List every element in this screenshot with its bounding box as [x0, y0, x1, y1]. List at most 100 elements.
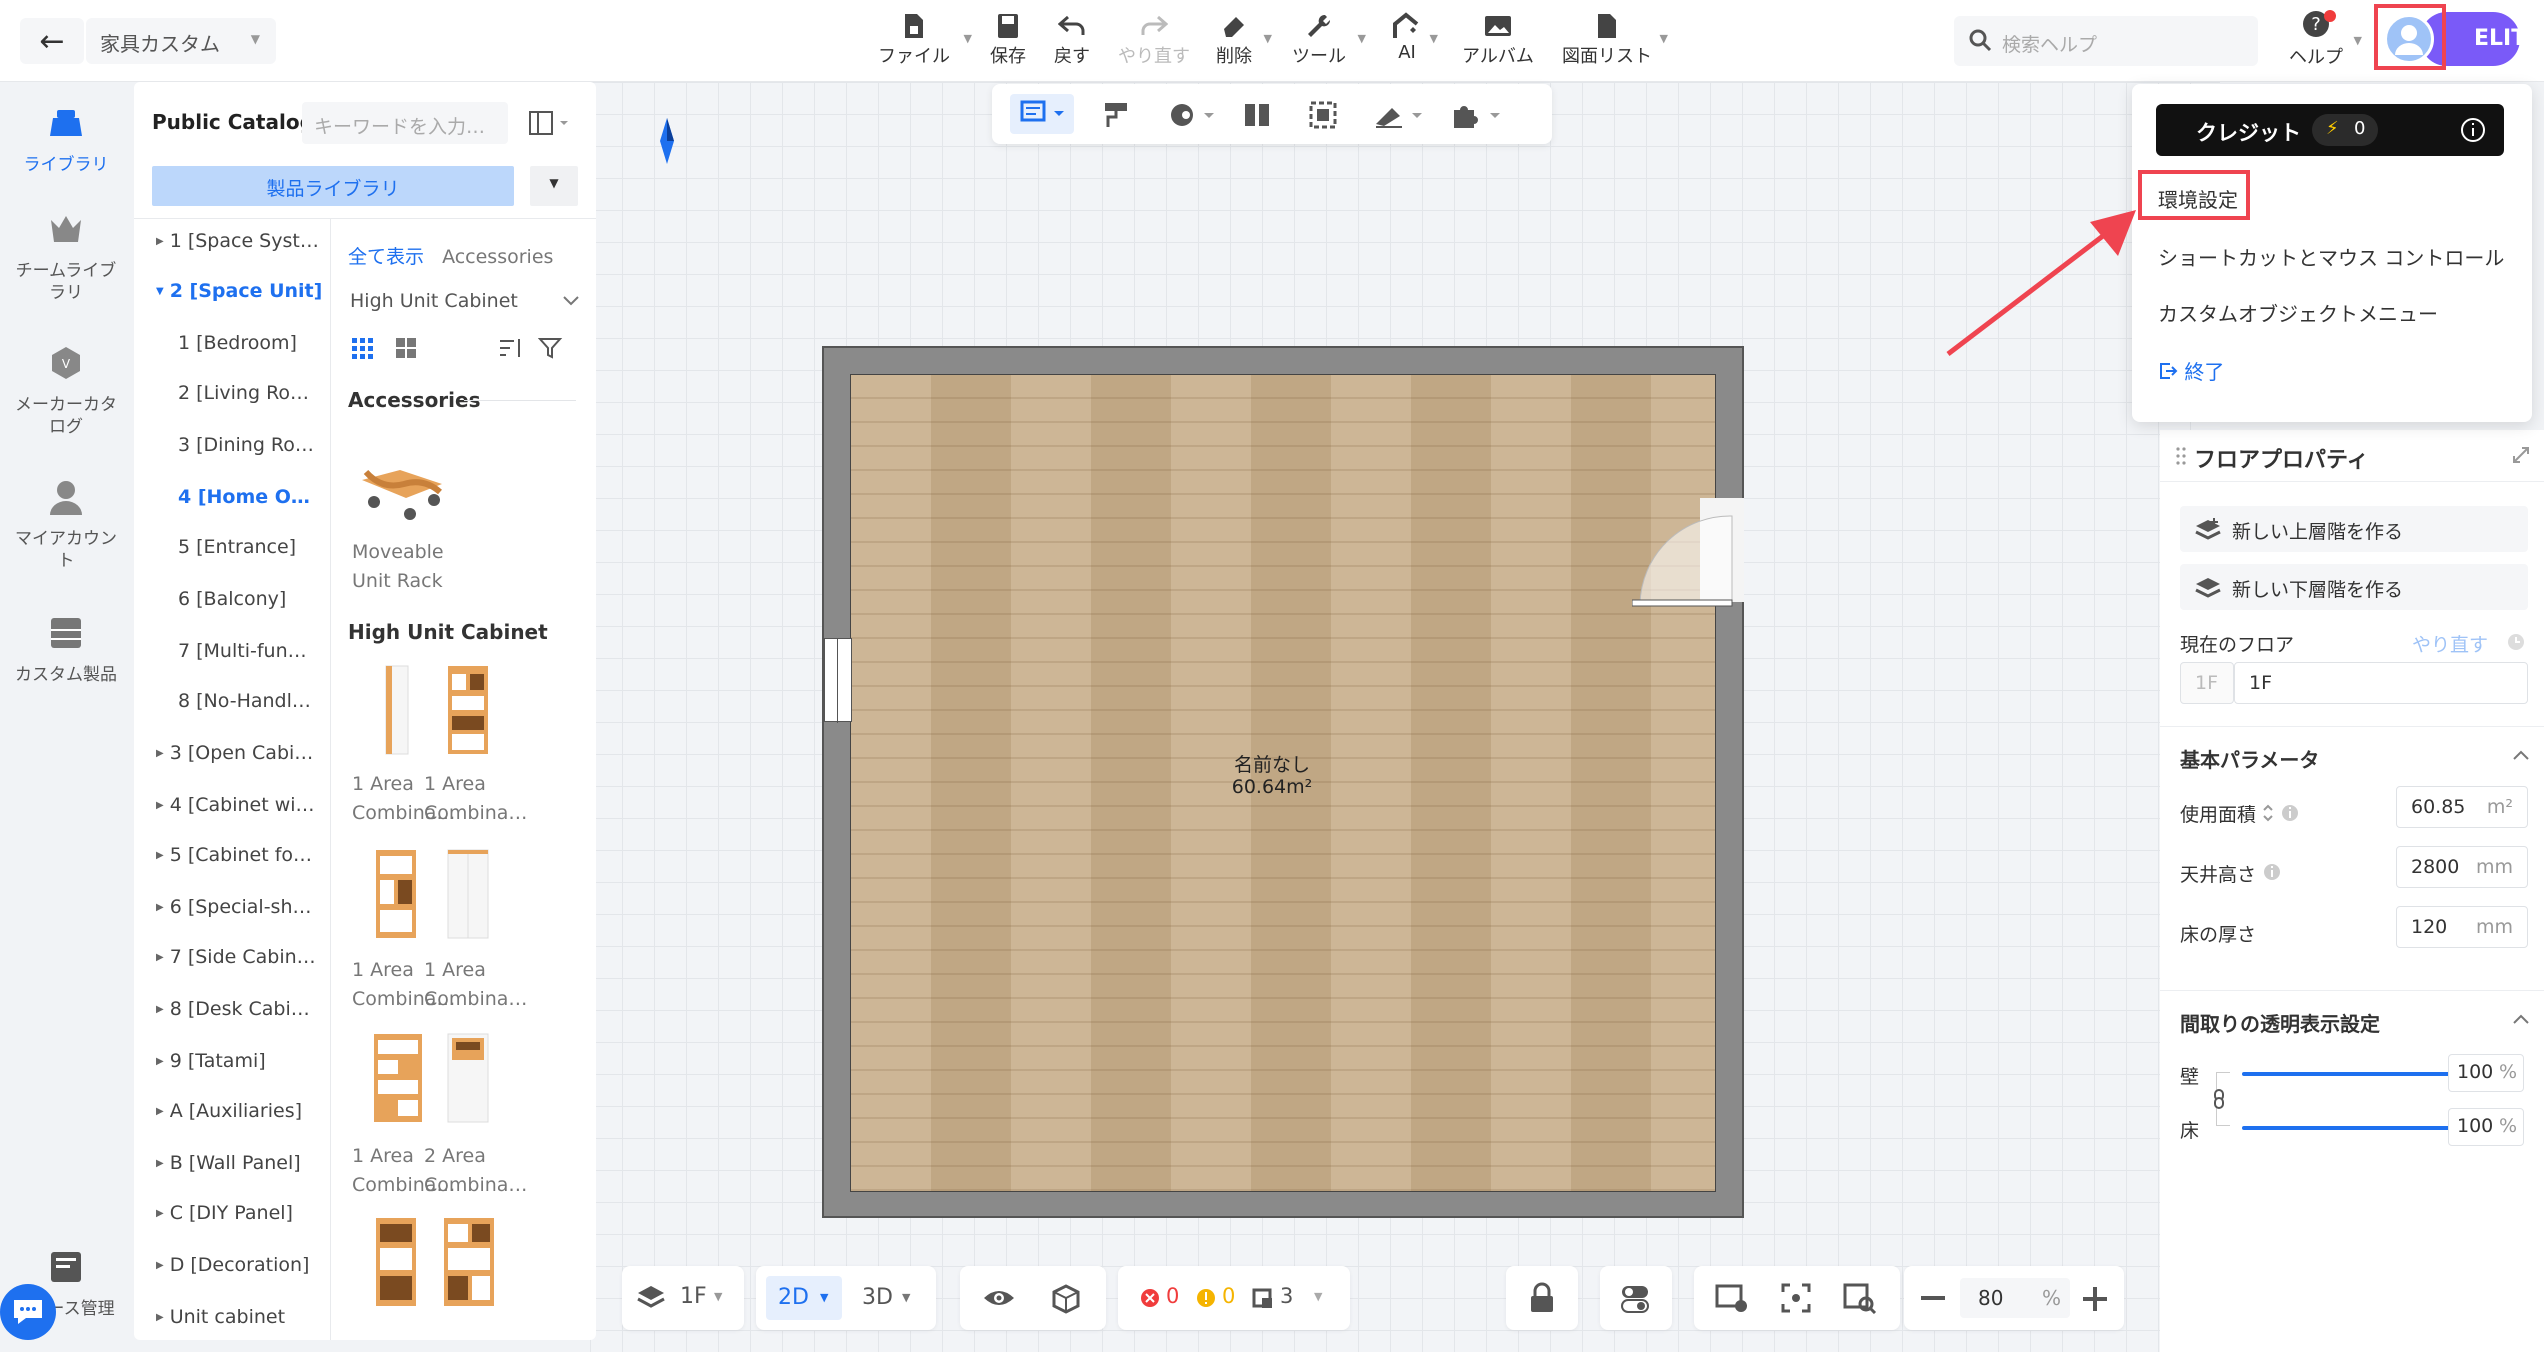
delete-button[interactable]: 削除 ▼ [1216, 10, 1272, 72]
room[interactable]: 名前なし 60.64m² [822, 346, 1744, 1218]
floor-name-input[interactable]: 1F [2234, 662, 2528, 704]
new-upper-floor-button[interactable]: 新しい上層階を作る [2180, 506, 2528, 552]
rail-team-library[interactable]: チームライブラリ [0, 210, 132, 304]
tree-item[interactable]: ▶ C [DIY Panel] [156, 1202, 293, 1224]
rail-custom-product[interactable]: カスタム製品 [0, 614, 132, 686]
split-icon[interactable] [1242, 100, 1272, 130]
drag-handle-icon[interactable] [2176, 446, 2186, 468]
redo-link[interactable]: やり直す [2412, 630, 2488, 657]
drawing-list-button[interactable]: 図面リスト ▼ [1562, 10, 1668, 72]
library-dropdown-button[interactable]: ▼ [530, 166, 578, 206]
tree-item[interactable]: ▶ Unit cabinet [156, 1306, 285, 1328]
floor-thickness-input[interactable]: 120 mm [2396, 906, 2528, 948]
status-group[interactable]: 0 0 3 ▼ [1118, 1266, 1350, 1330]
tree-item[interactable]: ▶ 5 [Cabinet fo… [156, 844, 312, 866]
info-icon[interactable] [2460, 117, 2486, 143]
floor-selector[interactable]: 1F ▼ [622, 1266, 744, 1330]
caret-right-icon: ▶ [156, 850, 164, 861]
tree-item[interactable]: 3 [Dining Ro… [178, 434, 314, 456]
help-button[interactable]: ? ヘルプ ▼ [2286, 10, 2362, 74]
new-lower-floor-button[interactable]: 新しい下層階を作る [2180, 564, 2528, 610]
tree-item[interactable]: 1 [Bedroom] [178, 332, 297, 354]
zoom-area-icon[interactable] [1842, 1282, 1878, 1314]
link-icon[interactable] [2210, 1088, 2230, 1110]
rail-account[interactable]: マイアカウント [0, 478, 132, 572]
cabinet-thumbnail[interactable] [424, 844, 524, 944]
mode-2d-button[interactable]: 2D ▼ [766, 1276, 842, 1320]
tree-item[interactable]: ▶ 8 [Desk Cabi… [156, 998, 310, 1020]
sort-icon[interactable] [498, 336, 524, 360]
cabinet-thumbnail[interactable] [424, 1212, 524, 1312]
menu-item-custom-object[interactable]: カスタムオブジェクトメニュー [2158, 298, 2438, 327]
moveable-rack-thumbnail[interactable] [350, 432, 450, 532]
material-icon[interactable] [1168, 100, 1216, 130]
product-library-tab[interactable]: 製品ライブラリ [152, 166, 514, 206]
credit-bar[interactable]: クレジット ⚡ 0 [2156, 104, 2504, 156]
tree-item[interactable]: 7 [Multi-fun… [178, 640, 307, 662]
tree-item[interactable]: 6 [Balcony] [178, 588, 286, 610]
tree-item[interactable]: 2 [Living Ro… [178, 382, 309, 404]
switch-icon[interactable] [1620, 1284, 1652, 1314]
tree-item[interactable]: 5 [Entrance] [178, 536, 296, 558]
tree-item[interactable]: ▶ D [Decoration] [156, 1254, 309, 1276]
ai-button[interactable]: AI ▼ [1390, 10, 1438, 72]
chevron-up-icon[interactable] [2512, 748, 2530, 762]
wall-opacity-input[interactable]: 100 % [2448, 1054, 2524, 1092]
undo-button[interactable]: 戻す [1054, 10, 1090, 72]
zoom-out-icon[interactable] [1920, 1290, 1946, 1306]
grid-small-icon[interactable] [350, 336, 374, 360]
help-search-input[interactable]: 検索ヘルプ [1954, 16, 2258, 66]
grid-large-icon[interactable] [394, 336, 418, 360]
cabinet-thumbnail[interactable] [424, 660, 524, 760]
menu-item-exit[interactable]: 終了 [2158, 356, 2224, 385]
filter-select[interactable]: High Unit Cabinet [350, 290, 580, 312]
camera-settings-icon[interactable] [1714, 1282, 1750, 1314]
eye-icon[interactable] [982, 1286, 1016, 1310]
paint-roller-icon[interactable] [1102, 100, 1132, 130]
draw-wall-tool[interactable] [1010, 94, 1074, 134]
lock-icon[interactable] [1528, 1282, 1556, 1314]
rail-maker-catalog[interactable]: V メーカーカタログ [0, 344, 132, 438]
fit-view-icon[interactable] [1780, 1282, 1812, 1314]
project-selector[interactable]: 家具カスタム ▼ [86, 18, 276, 64]
tree-item[interactable]: ▶ 1 [Space Syst… [156, 230, 319, 252]
crumb-all[interactable]: 全て表示 [348, 246, 424, 268]
window[interactable] [824, 638, 852, 723]
tree-item[interactable]: ▼ 2 [Space Unit] [156, 280, 322, 302]
back-button[interactable]: ← [20, 18, 84, 64]
tree-item[interactable]: 8 [No-Handl… [178, 690, 311, 712]
redo-button[interactable]: やり直す [1118, 10, 1190, 72]
tree-item[interactable]: ▶ 9 [Tatami] [156, 1050, 266, 1072]
ceiling-height-input[interactable]: 2800 mm [2396, 846, 2528, 888]
chevron-up-icon[interactable] [2512, 1012, 2530, 1026]
filter-icon[interactable] [538, 336, 564, 360]
mode-3d-button[interactable]: 3D ▼ [852, 1276, 928, 1320]
tree-item[interactable]: ▶ 4 [Cabinet wi… [156, 794, 315, 816]
chat-button[interactable] [0, 1284, 56, 1340]
select-area-icon[interactable] [1308, 100, 1338, 130]
area-input[interactable]: 60.85 m² [2396, 786, 2528, 828]
album-button[interactable]: アルバム [1462, 10, 1534, 72]
floor-opacity-input[interactable]: 100 % [2448, 1108, 2524, 1146]
tools-button[interactable]: ツール ▼ [1292, 10, 1366, 72]
catalog-search-input[interactable]: キーワードを入力… [302, 102, 508, 144]
rail-library[interactable]: ライブラリ [0, 104, 132, 176]
tree-item[interactable]: ▶ 6 [Special-sh… [156, 896, 312, 918]
zoom-in-icon[interactable] [2082, 1286, 2108, 1312]
tree-item[interactable]: ▶ B [Wall Panel] [156, 1152, 301, 1174]
cabinet-thumbnail[interactable] [424, 1028, 524, 1128]
tree-item[interactable]: ▶ 7 [Side Cabin… [156, 946, 316, 968]
menu-item-shortcuts[interactable]: ショートカットとマウス コントロール [2158, 242, 2504, 271]
zoom-input[interactable]: 80 % [1960, 1278, 2070, 1318]
measure-icon[interactable] [1372, 100, 1424, 130]
plugin-icon[interactable] [1450, 100, 1502, 130]
tree-item[interactable]: 4 [Home O… [178, 486, 310, 508]
cube-icon[interactable] [1050, 1282, 1082, 1314]
tree-item[interactable]: ▶ A [Auxiliaries] [156, 1100, 302, 1122]
expand-icon[interactable] [2512, 446, 2530, 464]
layout-toggle-icon[interactable] [528, 110, 572, 136]
save-button[interactable]: 保存 [990, 10, 1026, 72]
floor-code-select[interactable]: 1F [2180, 662, 2234, 704]
tree-item[interactable]: ▶ 3 [Open Cabi… [156, 742, 313, 764]
file-button[interactable]: ファイル ▼ [878, 10, 972, 72]
